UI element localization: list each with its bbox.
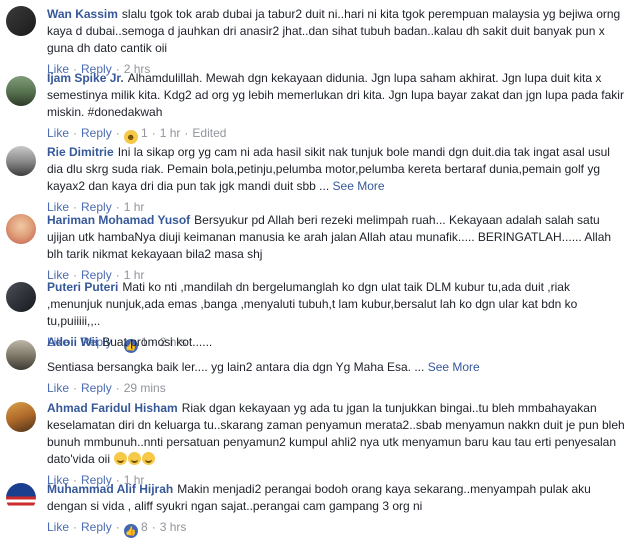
haha-reaction-icon[interactable]: ☻ bbox=[123, 130, 138, 144]
reply-button[interactable]: Reply bbox=[81, 381, 112, 395]
reaction-count[interactable]: 1 bbox=[141, 126, 148, 140]
comment-time[interactable]: 3 hrs bbox=[160, 520, 187, 534]
comment-body: Wan Kassim slalu tgok tok arab dubai ja t… bbox=[47, 6, 627, 77]
comment-actions: Like · Reply · 👍 8 · 3 hrs bbox=[47, 520, 187, 538]
comment-body: Rie Dimitrie Ini la sikap org yg cam ni a… bbox=[47, 144, 627, 215]
avatar[interactable] bbox=[6, 402, 36, 432]
comment-time[interactable]: 1 hr bbox=[160, 126, 181, 140]
comment-body: Muhammad Alif Hijrah Makin menjadi2 peran… bbox=[47, 481, 627, 538]
comment-author[interactable]: Puteri Puteri bbox=[47, 280, 118, 294]
comment-author[interactable]: Wan Kassim bbox=[47, 7, 118, 21]
reply-button[interactable]: Reply bbox=[81, 126, 112, 140]
avatar[interactable] bbox=[6, 6, 36, 36]
see-more-link[interactable]: See More bbox=[428, 360, 480, 374]
comment-body: Hariman Mohamad Yusof Bersyukur pd Allah … bbox=[47, 212, 627, 283]
avatar[interactable] bbox=[6, 282, 36, 312]
reply-button[interactable]: Reply bbox=[81, 520, 112, 534]
comment-text: Alhamdulillah. Mewah dgn kekayaan diduni… bbox=[47, 71, 624, 119]
see-more-link[interactable]: See More bbox=[333, 179, 385, 193]
avatar[interactable] bbox=[6, 146, 36, 176]
avatar[interactable] bbox=[6, 76, 36, 106]
comment-author[interactable]: Muhammad Alif Hijrah bbox=[47, 482, 173, 496]
comment-time[interactable]: 29 mins bbox=[124, 381, 166, 395]
comment-text: slalu tgok tok arab dubai ja tabur2 duit… bbox=[47, 7, 621, 55]
reaction-count[interactable]: 8 bbox=[141, 520, 148, 534]
comment-text-block: Ahmad Faridul Hisham Riak dgan kekayaan y… bbox=[47, 400, 627, 468]
laughing-emoji-icon bbox=[128, 452, 142, 465]
comment-text: Ini la sikap org yg cam ni ada hasil sik… bbox=[47, 145, 610, 193]
like-button[interactable]: Like bbox=[47, 520, 69, 534]
comment-text: Mati ko nti ,mandilah dn bergelumanglah … bbox=[47, 280, 578, 328]
comment-text: Buat promosi kot...... bbox=[102, 335, 213, 349]
avatar[interactable] bbox=[6, 340, 36, 370]
comment-author[interactable]: Ahmad Faridul Hisham bbox=[47, 401, 178, 415]
comment-text-block: Hariman Mohamad Yusof Bersyukur pd Allah … bbox=[47, 212, 627, 263]
comment-author[interactable]: Ijam Spike Jr. bbox=[47, 71, 124, 85]
comment-text-block: Rie Dimitrie Ini la sikap org yg cam ni a… bbox=[47, 144, 627, 195]
comment-author[interactable]: Hariman Mohamad Yusof bbox=[47, 213, 190, 227]
like-button[interactable]: Like bbox=[47, 381, 69, 395]
comment-body: Ijam Spike Jr. Alhamdulillah. Mewah dgn k… bbox=[47, 70, 627, 144]
comment-text-block: Puteri Puteri Mati ko nti ,mandilah dn be… bbox=[47, 279, 627, 330]
comment-author[interactable]: Rie Dimitrie bbox=[47, 145, 114, 159]
laughing-emoji-icon bbox=[142, 452, 156, 465]
avatar[interactable] bbox=[6, 483, 36, 513]
comment-actions: Like · Reply · 29 mins bbox=[47, 381, 166, 395]
comment-text: Sentiasa bersangka baik ler.... yg lain2… bbox=[47, 360, 425, 374]
laughing-emoji-icon bbox=[114, 452, 128, 465]
comment-body: Ahmad Faridul Hisham Riak dgan kekayaan y… bbox=[47, 400, 627, 488]
comment-text-continuation: Sentiasa bersangka baik ler.... yg lain2… bbox=[47, 359, 627, 376]
comment-text-block: Muhammad Alif Hijrah Makin menjadi2 peran… bbox=[47, 481, 627, 515]
comment-actions: Like · Reply · ☻ 1 · 1 hr · Edited bbox=[47, 126, 227, 144]
edited-label[interactable]: Edited bbox=[192, 126, 226, 140]
comment-text-block: Ijam Spike Jr. Alhamdulillah. Mewah dgn k… bbox=[47, 70, 627, 121]
comment-text-block: Wan Kassim slalu tgok tok arab dubai ja t… bbox=[47, 6, 627, 57]
like-button[interactable]: Like bbox=[47, 126, 69, 140]
comment-text-block: Adoii Wii Buat promosi kot...... bbox=[47, 334, 627, 351]
avatar[interactable] bbox=[6, 214, 36, 244]
comment-body: Adoii Wii Buat promosi kot...... Sentiasa… bbox=[47, 334, 627, 396]
comment-author[interactable]: Adoii Wii bbox=[47, 335, 98, 349]
like-reaction-icon[interactable]: 👍 bbox=[123, 524, 138, 538]
